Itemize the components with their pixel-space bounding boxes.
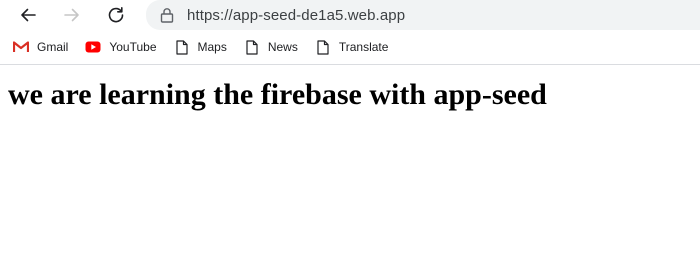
reload-icon	[108, 7, 124, 23]
back-button[interactable]	[10, 0, 46, 30]
url-text[interactable]: https://app-seed-de1a5.web.app	[187, 7, 405, 24]
youtube-icon	[84, 39, 102, 55]
bookmark-label: Translate	[338, 40, 389, 54]
page-icon	[243, 39, 261, 55]
bookmarks-bar: Gmail YouTube Maps News Translate	[0, 30, 700, 65]
gmail-icon	[12, 39, 30, 55]
bookmark-label: Gmail	[37, 40, 69, 54]
reload-button[interactable]	[98, 0, 134, 30]
bookmark-label: Maps	[197, 40, 227, 54]
bookmark-news[interactable]: News	[243, 35, 298, 59]
bookmark-label: News	[267, 40, 298, 54]
bookmark-maps[interactable]: Maps	[173, 35, 227, 59]
page-content: we are learning the firebase with app-se…	[0, 65, 700, 123]
address-bar[interactable]: https://app-seed-de1a5.web.app	[146, 0, 700, 30]
page-icon	[314, 39, 332, 55]
bookmark-translate[interactable]: Translate	[314, 35, 389, 59]
browser-window: https://app-seed-de1a5.web.app Gmail You…	[0, 0, 700, 280]
browser-toolbar: https://app-seed-de1a5.web.app	[0, 0, 700, 30]
bookmark-label: YouTube	[109, 40, 157, 54]
bookmark-youtube[interactable]: YouTube	[84, 35, 157, 59]
page-icon	[173, 39, 191, 55]
forward-button[interactable]	[54, 0, 90, 30]
bookmark-gmail[interactable]: Gmail	[12, 35, 68, 59]
page-heading: we are learning the firebase with app-se…	[8, 78, 547, 111]
lock-icon[interactable]	[159, 7, 175, 23]
arrow-left-icon	[21, 8, 36, 22]
arrow-right-icon	[64, 8, 79, 22]
